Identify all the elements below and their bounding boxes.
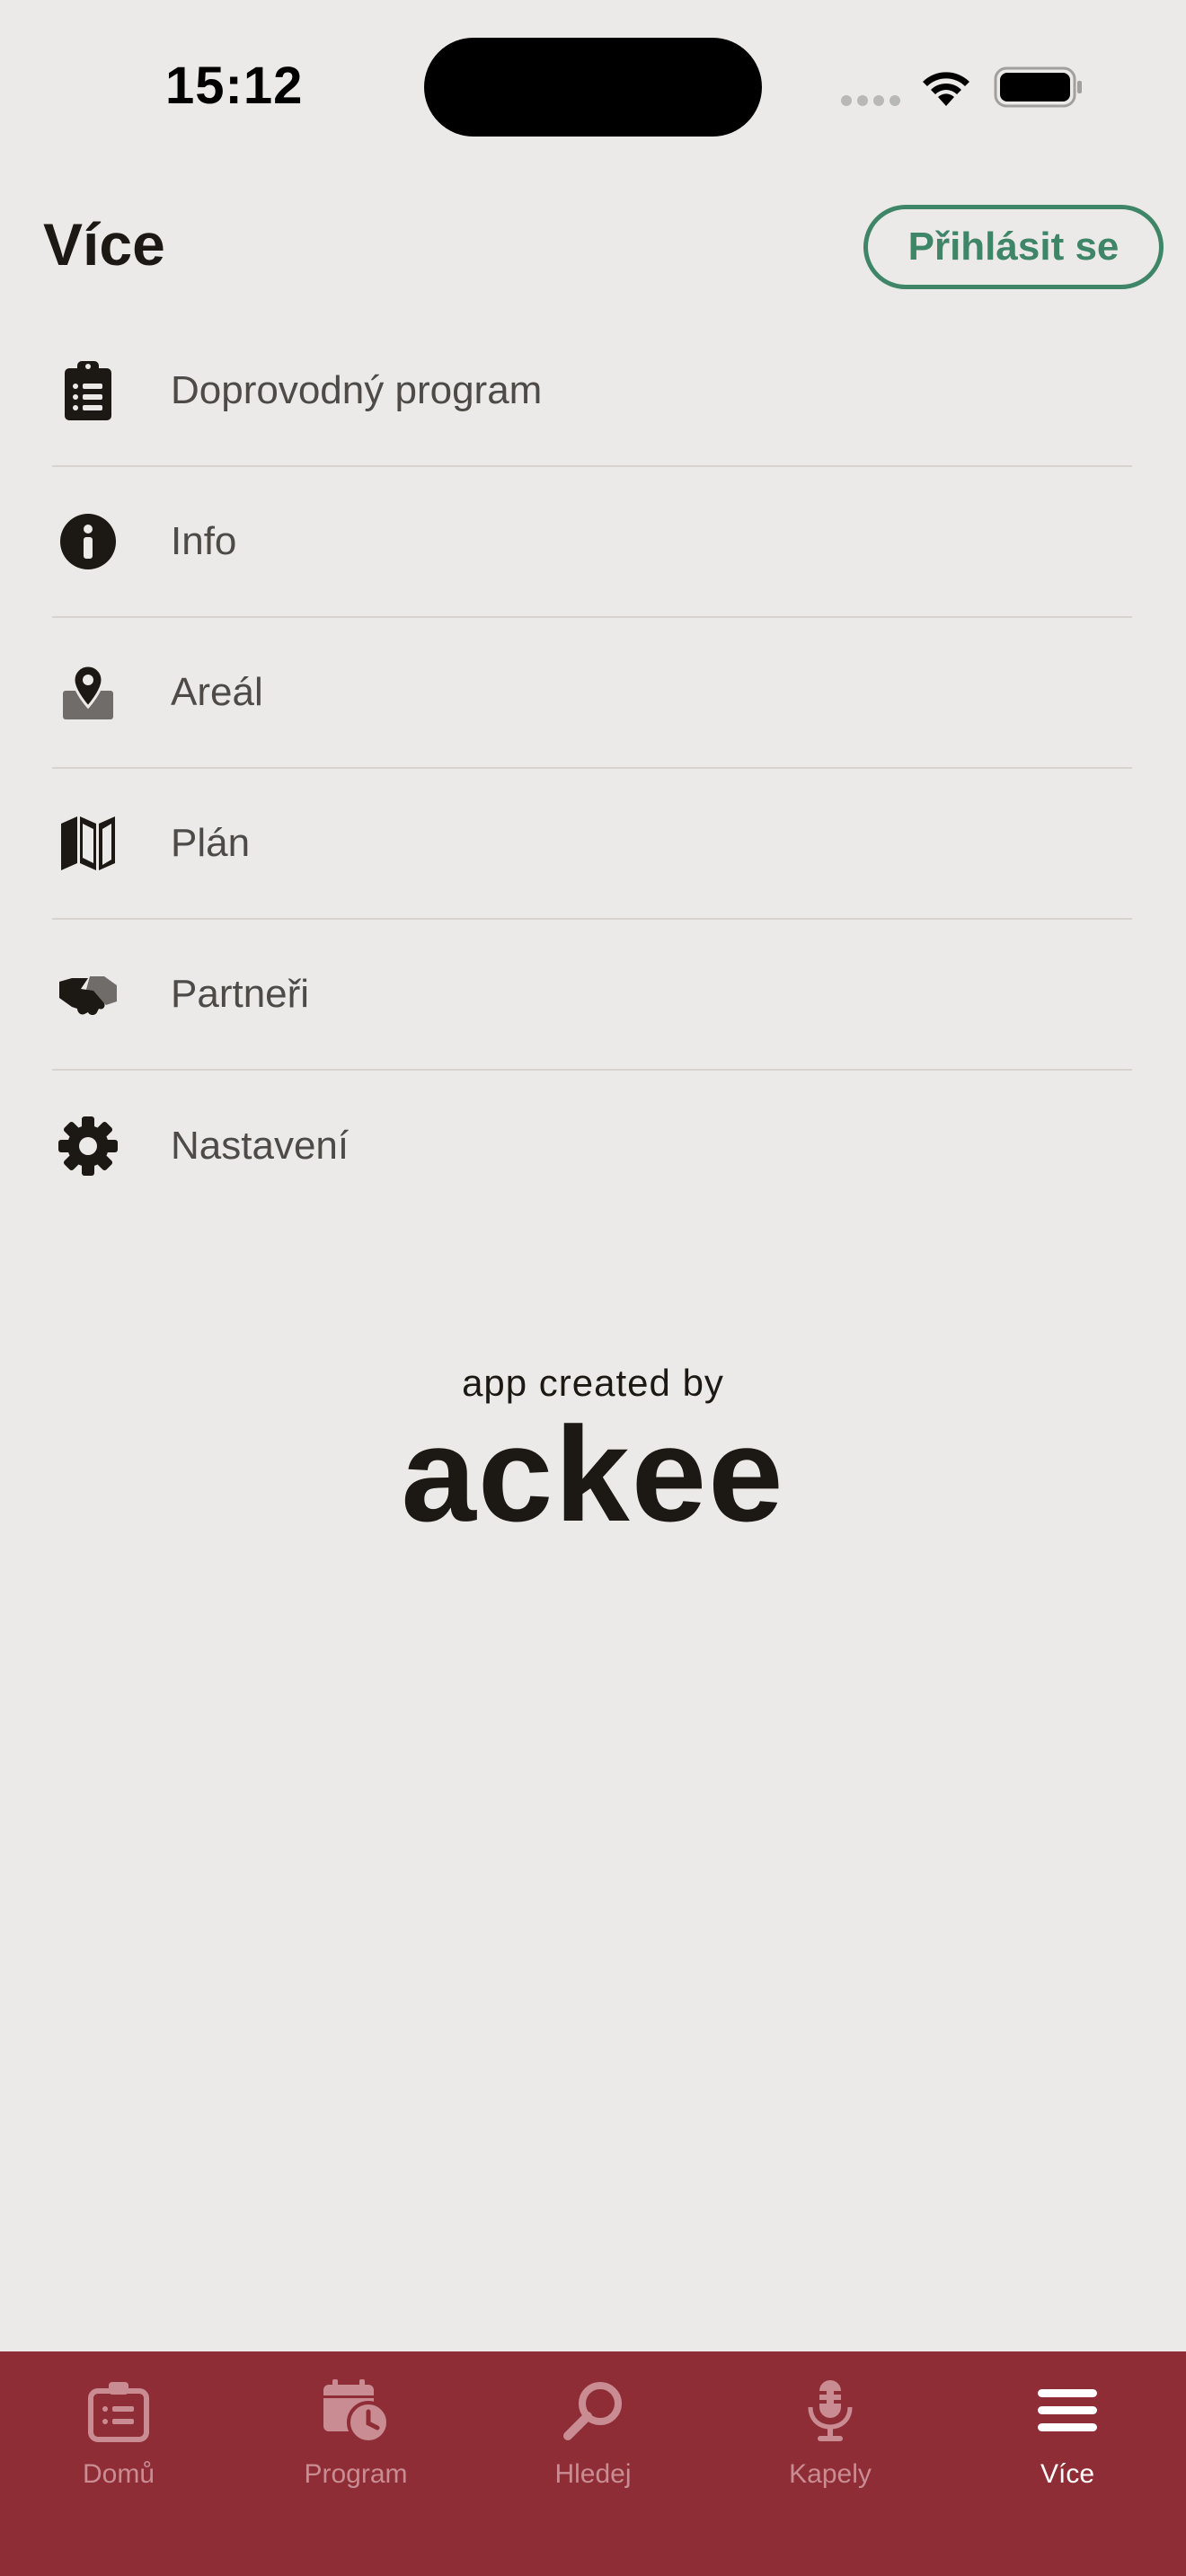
menu-item-label: Nastavení bbox=[171, 1124, 350, 1168]
menu-item-label: Plán bbox=[171, 821, 251, 865]
tab-hledej[interactable]: Hledej bbox=[474, 2351, 712, 2576]
search-icon bbox=[555, 2373, 631, 2448]
menu-item-areal[interactable]: Areál bbox=[52, 618, 1132, 769]
tab-label: Více bbox=[1040, 2459, 1095, 2489]
status-icons bbox=[836, 63, 1087, 117]
tab-label: Kapely bbox=[789, 2459, 872, 2489]
wifi-icon bbox=[923, 72, 969, 106]
info-circle-icon bbox=[56, 509, 120, 574]
menu-item-nastaveni[interactable]: Nastavení bbox=[52, 1071, 1132, 1222]
menu-item-info[interactable]: Info bbox=[52, 467, 1132, 618]
page-title: Více bbox=[43, 211, 165, 278]
tab-program[interactable]: Program bbox=[237, 2351, 474, 2576]
gear-icon bbox=[56, 1114, 120, 1178]
login-button[interactable]: Přihlásit se bbox=[863, 205, 1164, 289]
calendar-clock-icon bbox=[318, 2373, 394, 2448]
menu-item-label: Doprovodný program bbox=[171, 368, 543, 412]
home-list-icon bbox=[81, 2373, 156, 2448]
map-pin-icon bbox=[56, 660, 120, 725]
handshake-icon bbox=[56, 962, 120, 1027]
ackee-logo[interactable]: ackee bbox=[0, 1407, 1186, 1541]
status-time: 15:12 bbox=[165, 57, 304, 115]
tab-label: Hledej bbox=[554, 2459, 632, 2489]
tab-vice[interactable]: Více bbox=[949, 2351, 1186, 2576]
tab-label: Program bbox=[304, 2459, 408, 2489]
hamburger-menu-icon bbox=[1030, 2373, 1105, 2448]
microphone-icon bbox=[792, 2373, 868, 2448]
clipboard-list-icon bbox=[56, 358, 120, 423]
menu-item-label: Partneři bbox=[171, 972, 310, 1016]
menu-item-doprovodny-program[interactable]: Doprovodný program bbox=[52, 316, 1132, 467]
menu-item-plan[interactable]: Plán bbox=[52, 769, 1132, 920]
menu-item-label: Areál bbox=[171, 670, 263, 714]
status-bar: 15:12 bbox=[0, 0, 1186, 162]
tab-kapely[interactable]: Kapely bbox=[712, 2351, 949, 2576]
tab-domu[interactable]: Domů bbox=[0, 2351, 237, 2576]
battery-icon bbox=[994, 66, 1082, 108]
menu-item-partneri[interactable]: Partneři bbox=[52, 920, 1132, 1071]
cellular-signal-icon bbox=[841, 95, 900, 106]
folded-map-icon bbox=[56, 811, 120, 876]
tab-bar: Domů Program Hledej Kapely Více bbox=[0, 2351, 1186, 2576]
tab-label: Domů bbox=[82, 2459, 155, 2489]
more-menu-list: Doprovodný program Info Areál Plán Partn… bbox=[52, 316, 1132, 1222]
menu-item-label: Info bbox=[171, 519, 237, 563]
dynamic-island bbox=[424, 38, 762, 137]
